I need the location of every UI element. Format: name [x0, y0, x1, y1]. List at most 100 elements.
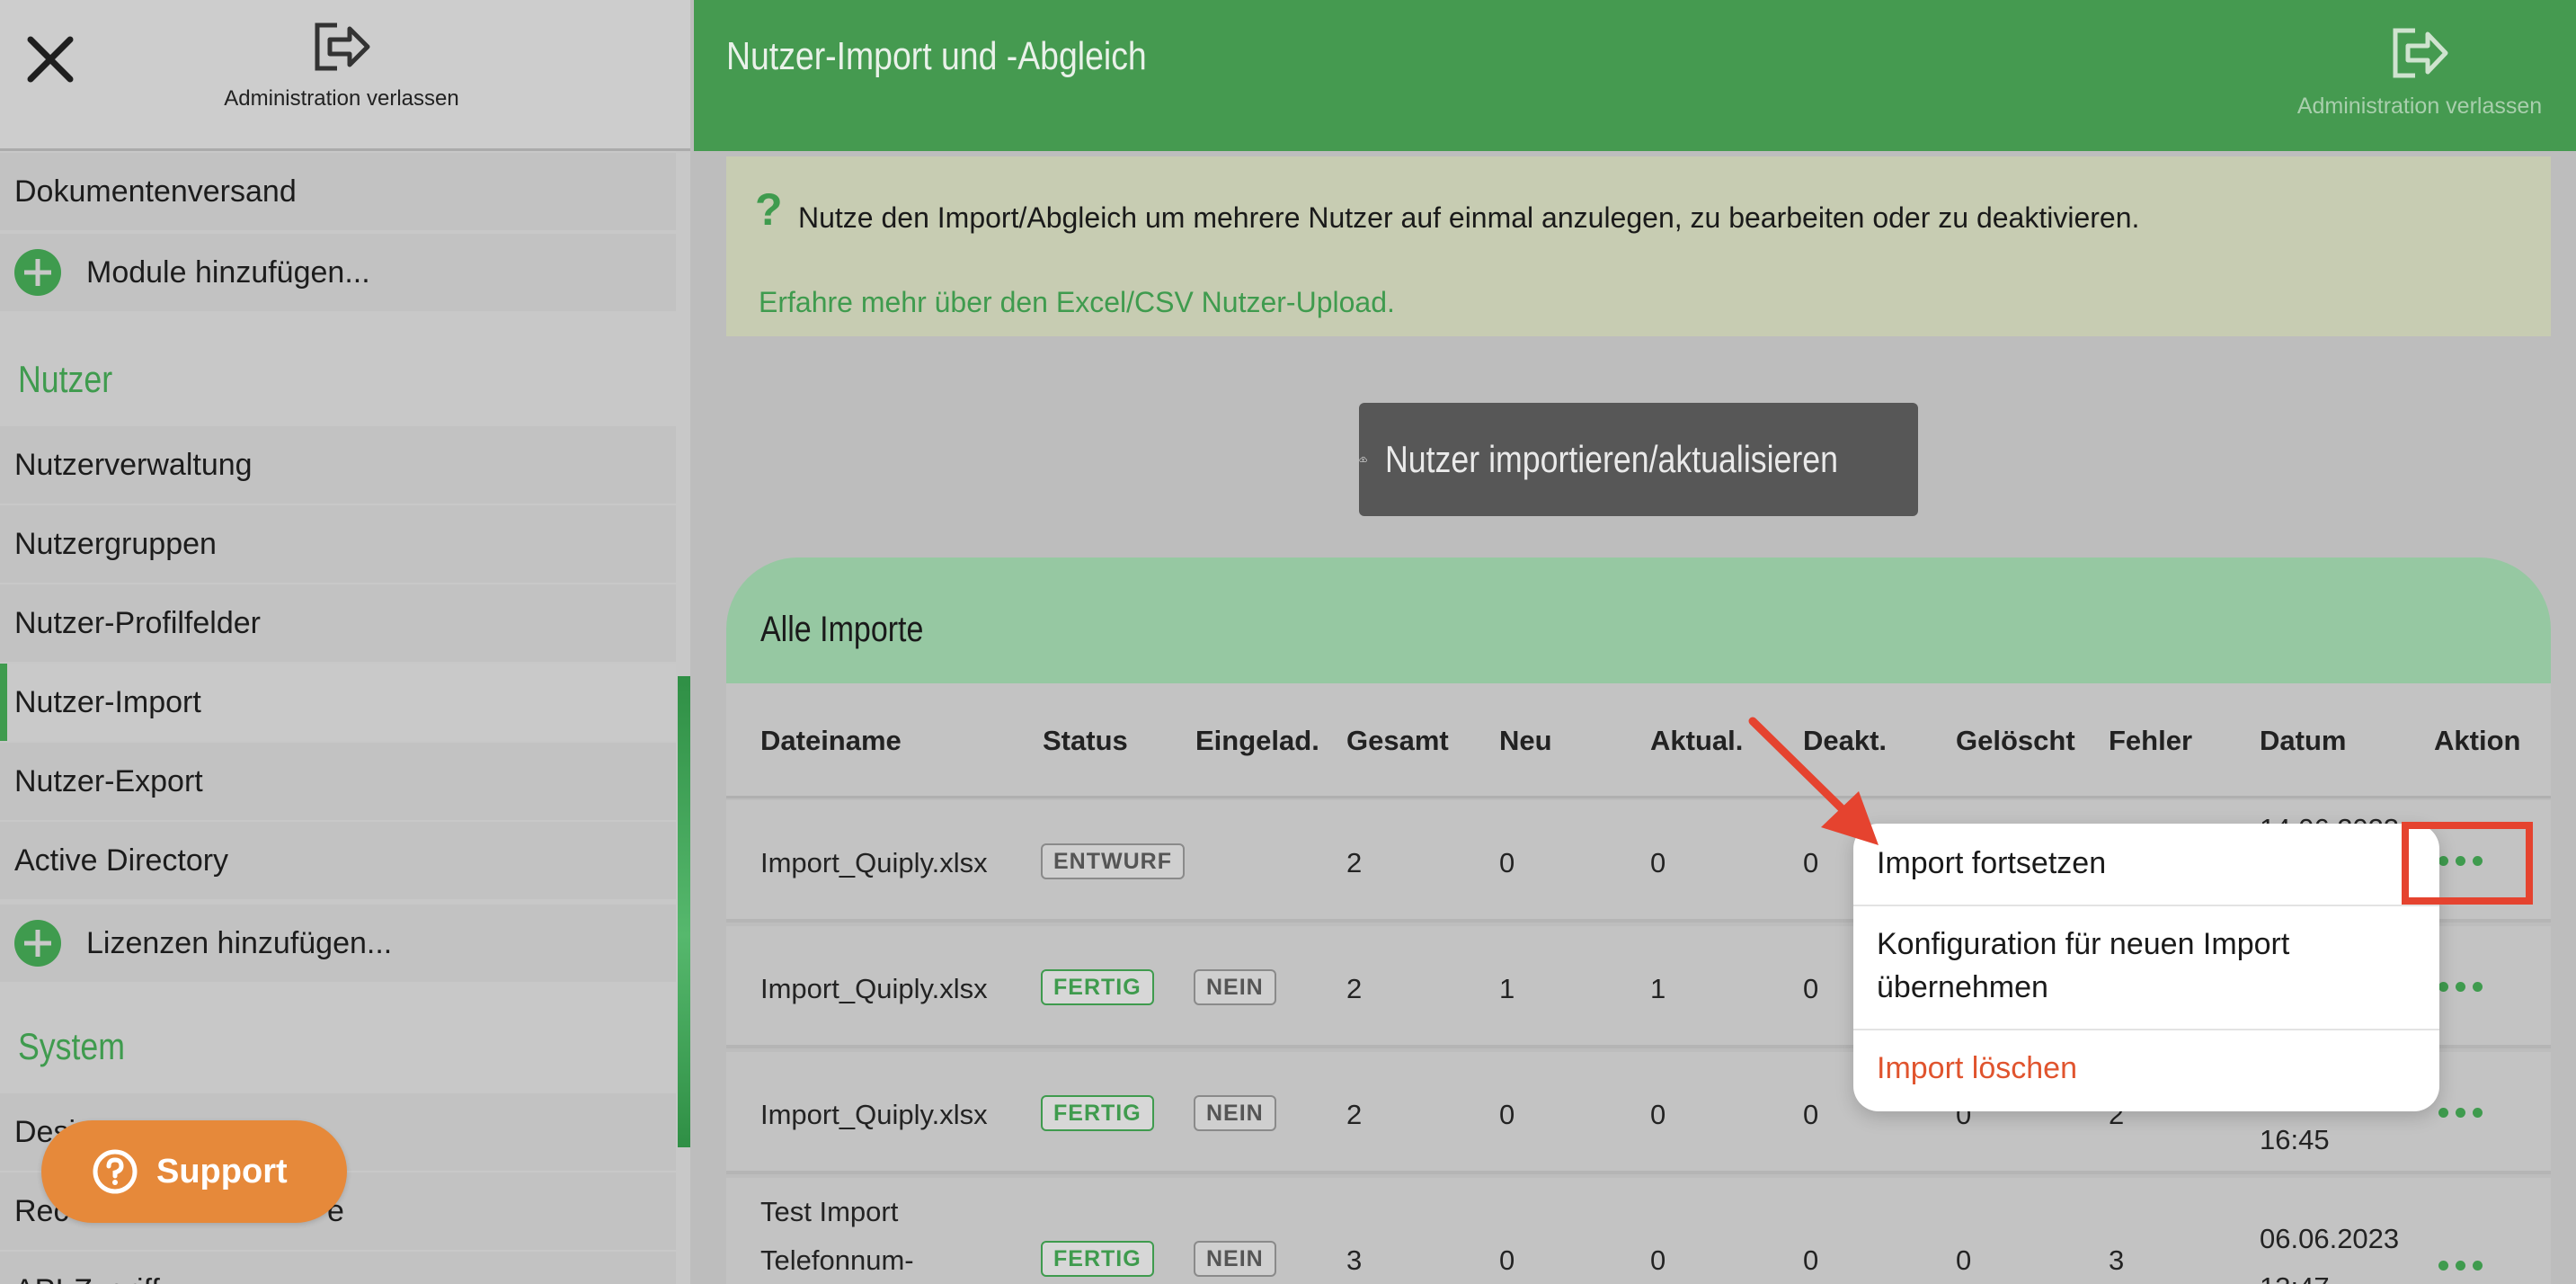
sidebar-item-nutzer-import[interactable]: Nutzer-Import	[0, 664, 676, 741]
cell-date: 06.06.2023	[2260, 1223, 2400, 1254]
status-badge: FERTIG	[1041, 1241, 1154, 1277]
imports-card-header: Alle Importe	[726, 557, 2551, 683]
sidebar-exit-admin-button[interactable]: Administration verlassen	[207, 20, 476, 111]
import-users-label: Nutzer importieren/aktualisieren	[1385, 438, 1839, 480]
sidebar-section-users: Nutzer	[18, 358, 113, 400]
import-users-button[interactable]: Nutzer importieren/aktualisieren	[1359, 403, 1918, 516]
sidebar-item-label: Module hinzufügen...	[86, 254, 370, 290]
annotation-highlight-box	[2402, 822, 2533, 905]
imports-card-title: Alle Importe	[760, 610, 924, 649]
sidebar-active-indicator	[0, 664, 7, 741]
info-text: Nutze den Import/Abgleich um mehrere Nut…	[798, 201, 2140, 234]
cell-deactivated: 0	[1803, 973, 1819, 1004]
cell-total: 2	[1346, 973, 1363, 1004]
sidebar-item-profilfelder[interactable]: Nutzer-Profilfelder	[0, 584, 676, 662]
cell-total: 2	[1346, 847, 1363, 878]
sidebar-item-label: Nutzerverwaltung	[14, 447, 253, 482]
cell-deactivated: 0	[1803, 1244, 1819, 1276]
sidebar-scrollbar[interactable]	[678, 676, 690, 1147]
question-circle-icon	[93, 1149, 138, 1194]
col-header-filename[interactable]: Dateiname	[760, 725, 902, 757]
more-actions-icon[interactable]	[2438, 1108, 2483, 1119]
more-actions-icon[interactable]	[2438, 982, 2483, 993]
menu-divider	[1853, 1029, 2439, 1030]
plus-circle-icon	[14, 249, 61, 296]
cell-updated: 0	[1650, 1244, 1666, 1276]
more-actions-icon[interactable]	[2438, 1261, 2483, 1271]
sidebar-item-add-licenses[interactable]: Lizenzen hinzufügen...	[0, 905, 676, 982]
sidebar-item-nutzer-export[interactable]: Nutzer-Export	[0, 743, 676, 820]
menu-divider	[1853, 905, 2439, 906]
invited-badge: NEIN	[1194, 969, 1276, 1005]
row-actions-menu: Import fortsetzen Konfiguration für neue…	[1853, 824, 2439, 1111]
sidebar-item-label: Nutzer-Profilfelder	[14, 605, 261, 640]
annotation-arrow-icon	[1748, 717, 1879, 845]
sidebar-item-dokumentenversand[interactable]: Dokumentenversand	[0, 153, 676, 230]
invited-badge: NEIN	[1194, 1241, 1276, 1277]
cloud-upload-icon	[1359, 457, 1367, 462]
cell-total: 2	[1346, 1099, 1363, 1130]
sidebar: Administration verlassen Dokumentenversa…	[0, 0, 690, 1284]
support-label: Support	[156, 1152, 288, 1190]
col-header-updated[interactable]: Aktual.	[1650, 725, 1743, 757]
col-header-action: Aktion	[2434, 725, 2521, 756]
table-header: Dateiname Status Eingelad. Gesamt Neu Ak…	[726, 683, 2551, 798]
sidebar-item-label: Nutzer-Export	[14, 763, 203, 798]
cell-filename-line2: Telefonnum-	[760, 1244, 914, 1276]
cell-updated: 0	[1650, 847, 1666, 878]
cell-total: 3	[1346, 1244, 1363, 1276]
cell-time: 13:47	[2260, 1271, 2330, 1284]
cell-new: 0	[1499, 847, 1515, 878]
menu-item-copy-config[interactable]: Konfiguration für neuen Import übernehme…	[1853, 923, 2393, 1009]
status-badge: FERTIG	[1041, 969, 1154, 1005]
status-badge: FERTIG	[1041, 1095, 1154, 1131]
sidebar-item-api-access[interactable]: API-Zugriff	[0, 1252, 676, 1284]
cell-time: 16:45	[2260, 1124, 2330, 1155]
exit-icon	[315, 22, 370, 71]
cell-filename: Import_Quiply.xlsx	[760, 973, 988, 1004]
info-link[interactable]: Erfahre mehr über den Excel/CSV Nutzer-U…	[759, 286, 1395, 319]
page-title: Nutzer-Import und -Abgleich	[726, 34, 1147, 78]
table-row[interactable]: Test Import Telefonnum- FERTIG NEIN 3 0 …	[726, 1178, 2551, 1284]
sidebar-item-add-modules[interactable]: Module hinzufügen...	[0, 234, 676, 311]
cell-deleted: 0	[1956, 1244, 1972, 1276]
sidebar-item-nutzerverwaltung[interactable]: Nutzerverwaltung	[0, 426, 676, 504]
col-header-status[interactable]: Status	[1043, 725, 1128, 757]
sidebar-item-active-directory[interactable]: Active Directory	[0, 822, 676, 899]
sidebar-section-system: System	[18, 1025, 126, 1067]
sidebar-item-label: Active Directory	[14, 843, 229, 878]
col-header-deleted[interactable]: Gelöscht	[1956, 725, 2075, 757]
exit-icon	[2393, 28, 2448, 78]
close-icon[interactable]	[23, 32, 77, 86]
sidebar-item-label: Dokumentenversand	[14, 174, 297, 209]
menu-item-continue-import[interactable]: Import fortsetzen	[1853, 842, 2439, 885]
invited-badge: NEIN	[1194, 1095, 1276, 1131]
sidebar-item-label: Nutzer-Import	[14, 684, 201, 719]
info-box: ? Nutze den Import/Abgleich um mehrere N…	[726, 156, 2551, 336]
sidebar-item-label: API-Zugriff	[14, 1273, 160, 1284]
cell-new: 0	[1499, 1244, 1515, 1276]
menu-item-delete-import[interactable]: Import löschen	[1853, 1047, 2439, 1090]
cell-filename: Import_Quiply.xlsx	[760, 847, 988, 878]
cell-updated: 1	[1650, 973, 1666, 1004]
sidebar-exit-label: Administration verlassen	[224, 86, 459, 111]
cell-new: 1	[1499, 973, 1515, 1004]
sidebar-item-label: Lizenzen hinzufügen...	[86, 925, 393, 960]
col-header-errors[interactable]: Fehler	[2109, 725, 2192, 757]
cell-filename-line1: Test Import	[760, 1196, 899, 1227]
header-exit-label: Administration verlassen	[2296, 94, 2543, 119]
top-bar: Nutzer-Import und -Abgleich Administrati…	[694, 0, 2576, 151]
col-header-total[interactable]: Gesamt	[1346, 725, 1449, 757]
plus-circle-icon	[14, 920, 61, 967]
support-button[interactable]: Support	[41, 1120, 347, 1223]
help-icon: ?	[755, 184, 783, 235]
main-content: ? Nutze den Import/Abgleich um mehrere N…	[694, 151, 2576, 1284]
col-header-invited[interactable]: Eingelad.	[1195, 725, 1319, 757]
cell-errors: 3	[2109, 1244, 2125, 1276]
sidebar-item-nutzergruppen[interactable]: Nutzergruppen	[0, 505, 676, 583]
header-exit-admin-button[interactable]: Administration verlassen	[2285, 25, 2554, 120]
cell-updated: 0	[1650, 1099, 1666, 1130]
cell-new: 0	[1499, 1099, 1515, 1130]
col-header-new[interactable]: Neu	[1499, 725, 1552, 757]
col-header-date[interactable]: Datum	[2260, 725, 2346, 757]
